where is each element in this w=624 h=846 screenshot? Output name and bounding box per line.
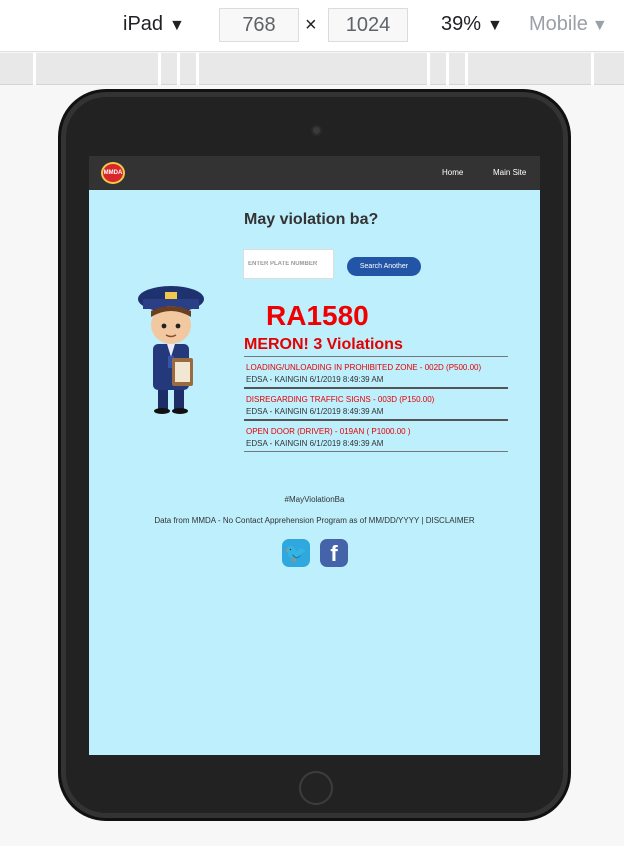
ruler-tick <box>158 53 161 85</box>
home-button[interactable] <box>299 771 333 805</box>
ruler-tick <box>33 53 36 85</box>
ruler-tick <box>446 53 449 85</box>
violation-title: OPEN DOOR (DRIVER) - 019AN ( P1000.00 ) <box>246 427 411 436</box>
search-another-button[interactable]: Search Another <box>347 257 421 276</box>
zoom-label: 39% <box>441 13 482 35</box>
device-type-select[interactable]: Mobile ▼ <box>529 13 608 36</box>
twitter-icon[interactable]: 🐦 <box>282 539 310 567</box>
plate-number-input[interactable] <box>243 249 334 279</box>
violation-detail: EDSA - KAINGIN 6/1/2019 8:49:39 AM <box>246 407 384 416</box>
camera-icon <box>311 125 322 136</box>
plate-number-result: RA1580 <box>266 300 369 331</box>
dimension-separator: × <box>305 14 317 36</box>
traffic-officer-illustration <box>138 286 204 414</box>
device-type-label: Mobile <box>529 13 588 35</box>
violation-detail: EDSA - KAINGIN 6/1/2019 8:49:39 AM <box>246 439 384 448</box>
media-query-ruler[interactable] <box>0 53 624 85</box>
violations-list: LOADING/UNLOADING IN PROHIBITED ZONE - 0… <box>244 356 508 452</box>
page-viewport: MMDA Home Main Site May violation ba? Se… <box>89 156 540 755</box>
nav-main-site-link[interactable]: Main Site <box>493 168 526 177</box>
devtools-toolbar: iPad ▼ 768 × 1024 39% ▼ Mobile ▼ <box>0 0 624 52</box>
violation-title: LOADING/UNLOADING IN PROHIBITED ZONE - 0… <box>246 363 482 372</box>
violation-item: DISREGARDING TRAFFIC SIGNS - 003D (P150.… <box>244 387 508 419</box>
ruler-tick <box>177 53 180 85</box>
height-input[interactable]: 1024 <box>328 8 408 42</box>
violation-item: LOADING/UNLOADING IN PROHIBITED ZONE - 0… <box>244 356 508 387</box>
width-input[interactable]: 768 <box>219 8 299 42</box>
data-source-text: Data from MMDA - No Contact Apprehension… <box>154 516 475 525</box>
zoom-select[interactable]: 39% ▼ <box>441 13 503 36</box>
chevron-down-icon: ▼ <box>487 17 503 34</box>
violation-detail: EDSA - KAINGIN 6/1/2019 8:49:39 AM <box>246 375 384 384</box>
ruler-tick <box>196 53 199 85</box>
device-select[interactable]: iPad ▼ <box>123 13 185 36</box>
chevron-down-icon: ▼ <box>591 17 608 34</box>
violation-item: OPEN DOOR (DRIVER) - 019AN ( P1000.00 ) … <box>244 419 508 452</box>
chevron-down-icon: ▼ <box>169 17 185 34</box>
ruler-tick <box>591 53 594 85</box>
hashtag-text: #MayViolationBa <box>284 495 345 504</box>
violation-summary: MERON! 3 Violations <box>244 336 403 353</box>
device-label: iPad <box>123 13 164 35</box>
facebook-icon[interactable]: f <box>320 539 348 567</box>
navbar: MMDA Home Main Site <box>89 156 540 190</box>
ruler-tick <box>427 53 430 85</box>
page-title: May violation ba? <box>244 211 379 228</box>
violation-title: DISREGARDING TRAFFIC SIGNS - 003D (P150.… <box>246 395 435 404</box>
ruler-tick <box>465 53 468 85</box>
nav-home-link[interactable]: Home <box>442 168 463 177</box>
mmda-logo[interactable]: MMDA <box>101 162 125 184</box>
